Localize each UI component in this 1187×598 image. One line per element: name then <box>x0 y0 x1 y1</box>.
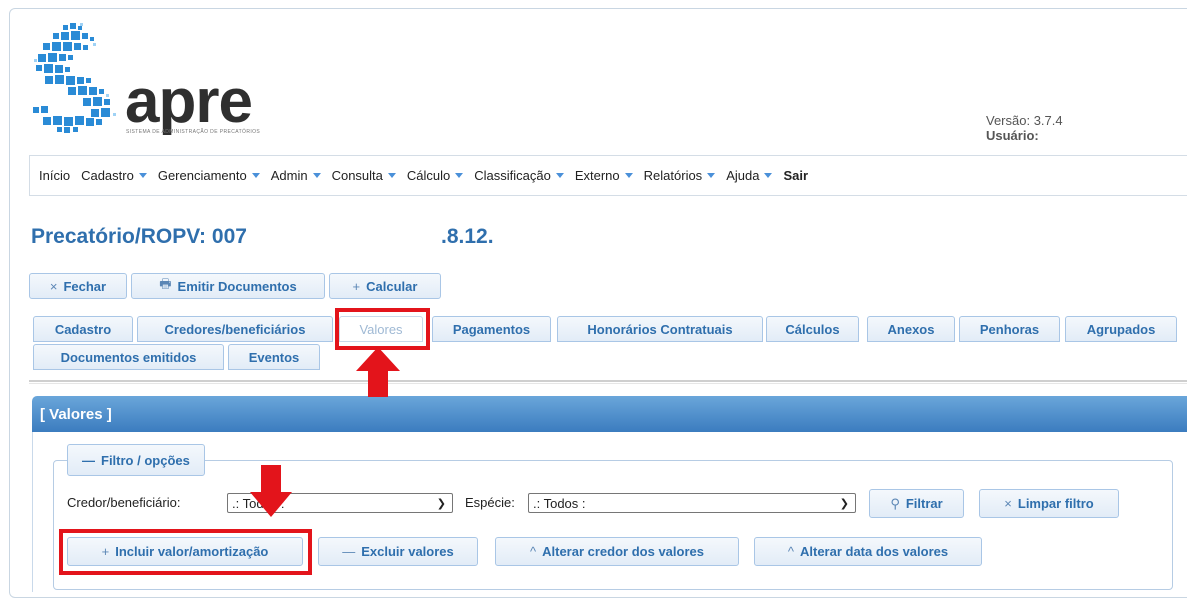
menu-item-cadastro[interactable]: Cadastro <box>81 168 147 183</box>
delete-values-label: Excluir valores <box>361 544 454 559</box>
minus-icon: — <box>342 544 356 559</box>
tab-agrupados[interactable]: Agrupados <box>1065 316 1177 342</box>
menu-item-label: Sair <box>783 168 809 183</box>
caret-down-icon <box>251 173 260 178</box>
user-label: Usuário: <box>986 128 1039 143</box>
highlight-box-add-value <box>59 529 312 575</box>
caret-down-icon <box>138 173 147 178</box>
caret-down-icon <box>707 173 716 178</box>
menu-item-classificacao[interactable]: Classificação <box>474 168 564 183</box>
filter-button-label: Filtrar <box>905 496 943 511</box>
main-menu: Início Cadastro Gerenciamento Admin Consulta… <box>29 155 1187 196</box>
plus-icon: + <box>352 278 361 294</box>
red-arrow-up-icon <box>356 347 400 397</box>
menu-item-label: Externo <box>574 168 620 183</box>
close-icon: × <box>1004 496 1012 511</box>
menu-item-label: Ajuda <box>726 168 760 183</box>
caret-down-icon <box>387 173 396 178</box>
calculate-label: Calcular <box>366 278 418 294</box>
menu-item-label: Início <box>39 168 71 183</box>
tab-credores[interactable]: Credores/beneficiários <box>137 316 333 342</box>
chevron-down-icon: ❯ <box>436 498 446 510</box>
menu-item-externo[interactable]: Externo <box>575 168 633 183</box>
calculate-button[interactable]: + Calcular <box>329 273 441 299</box>
menu-item-sair[interactable]: Sair <box>783 168 808 183</box>
caret-down-icon <box>312 173 321 178</box>
red-arrow-down-icon <box>250 465 292 517</box>
tab-honorarios[interactable]: Honorários Contratuais <box>557 316 763 342</box>
caret-down-icon <box>624 173 633 178</box>
caret-down-icon <box>764 173 773 178</box>
credor-label: Credor/beneficiário: <box>67 495 181 510</box>
especie-select[interactable]: .: Todos : ❯ <box>528 493 856 513</box>
divider <box>29 380 1187 382</box>
menu-item-label: Admin <box>270 168 308 183</box>
tab-cadastro[interactable]: Cadastro <box>33 316 133 342</box>
logo-pixel-s-icon <box>33 23 116 133</box>
menu-item-inicio[interactable]: Início <box>39 168 70 183</box>
chevron-up-icon: ^ <box>530 544 537 559</box>
filter-toggle-button[interactable]: — Filtro / opções <box>67 444 205 476</box>
change-date-label: Alterar data dos valores <box>799 544 949 559</box>
caret-down-icon <box>455 173 464 178</box>
menu-item-admin[interactable]: Admin <box>271 168 321 183</box>
divider-shadow <box>29 383 1187 384</box>
filter-button[interactable]: ⚲ Filtrar <box>869 489 964 518</box>
minus-icon: — <box>82 452 95 468</box>
close-icon: × <box>49 278 58 294</box>
change-creditor-label: Alterar credor dos valores <box>542 544 704 559</box>
change-date-button[interactable]: ^ Alterar data dos valores <box>754 537 982 566</box>
menu-item-consulta[interactable]: Consulta <box>332 168 396 183</box>
page-title-suffix: .8.12. <box>441 225 494 248</box>
sapre-logo: apre SISTEMA DE ADMINISTRAÇÃO DE PRECATÓ… <box>33 23 303 136</box>
tab-documentos-emitidos[interactable]: Documentos emitidos <box>33 344 224 370</box>
emit-documents-button[interactable]: 🖶 Emitir Documentos <box>131 273 325 299</box>
menu-item-gerenciamento[interactable]: Gerenciamento <box>158 168 260 183</box>
clear-filter-button[interactable]: × Limpar filtro <box>979 489 1119 518</box>
tab-penhoras[interactable]: Penhoras <box>959 316 1060 342</box>
emit-documents-label: Emitir Documentos <box>177 278 297 294</box>
logo-subtitle: SISTEMA DE ADMINISTRAÇÃO DE PRECATÓRIOS <box>126 129 261 135</box>
chevron-up-icon: ^ <box>787 544 794 559</box>
especie-label: Espécie: <box>465 495 515 510</box>
menu-item-ajuda[interactable]: Ajuda <box>726 168 773 183</box>
menu-item-relatorios[interactable]: Relatórios <box>644 168 716 183</box>
printer-icon: 🖶 <box>159 276 172 291</box>
logo-wordmark: apre <box>125 67 253 136</box>
menu-item-label: Gerenciamento <box>157 168 247 183</box>
version-info: Versão: 3.7.4 Usuário: <box>986 113 1063 143</box>
clear-filter-label: Limpar filtro <box>1017 496 1094 511</box>
filter-toggle-label: Filtro / opções <box>101 452 190 468</box>
delete-values-button[interactable]: — Excluir valores <box>318 537 478 566</box>
tab-anexos[interactable]: Anexos <box>867 316 955 342</box>
menu-item-label: Classificação <box>474 168 551 183</box>
close-button[interactable]: × Fechar <box>29 273 127 299</box>
tab-pagamentos[interactable]: Pagamentos <box>432 316 551 342</box>
menu-item-calculo[interactable]: Cálculo <box>406 168 464 183</box>
valores-panel-header: [ Valores ] <box>32 396 1187 432</box>
caret-down-icon <box>555 173 564 178</box>
especie-select-value: .: Todos : <box>533 495 586 511</box>
menu-item-label: Cálculo <box>406 168 451 183</box>
tab-eventos[interactable]: Eventos <box>228 344 320 370</box>
version-text: Versão: 3.7.4 <box>986 113 1063 128</box>
chevron-down-icon: ❯ <box>839 498 849 510</box>
change-creditor-button[interactable]: ^ Alterar credor dos valores <box>495 537 739 566</box>
page-title: Precatório/ROPV: 007 <box>31 225 247 248</box>
menu-item-label: Relatórios <box>643 168 703 183</box>
close-button-label: Fechar <box>63 278 107 294</box>
tab-calculos[interactable]: Cálculos <box>766 316 859 342</box>
search-icon: ⚲ <box>890 495 900 511</box>
menu-item-label: Cadastro <box>81 168 134 183</box>
highlight-box-valores-tab <box>335 308 430 350</box>
menu-item-label: Consulta <box>331 168 383 183</box>
